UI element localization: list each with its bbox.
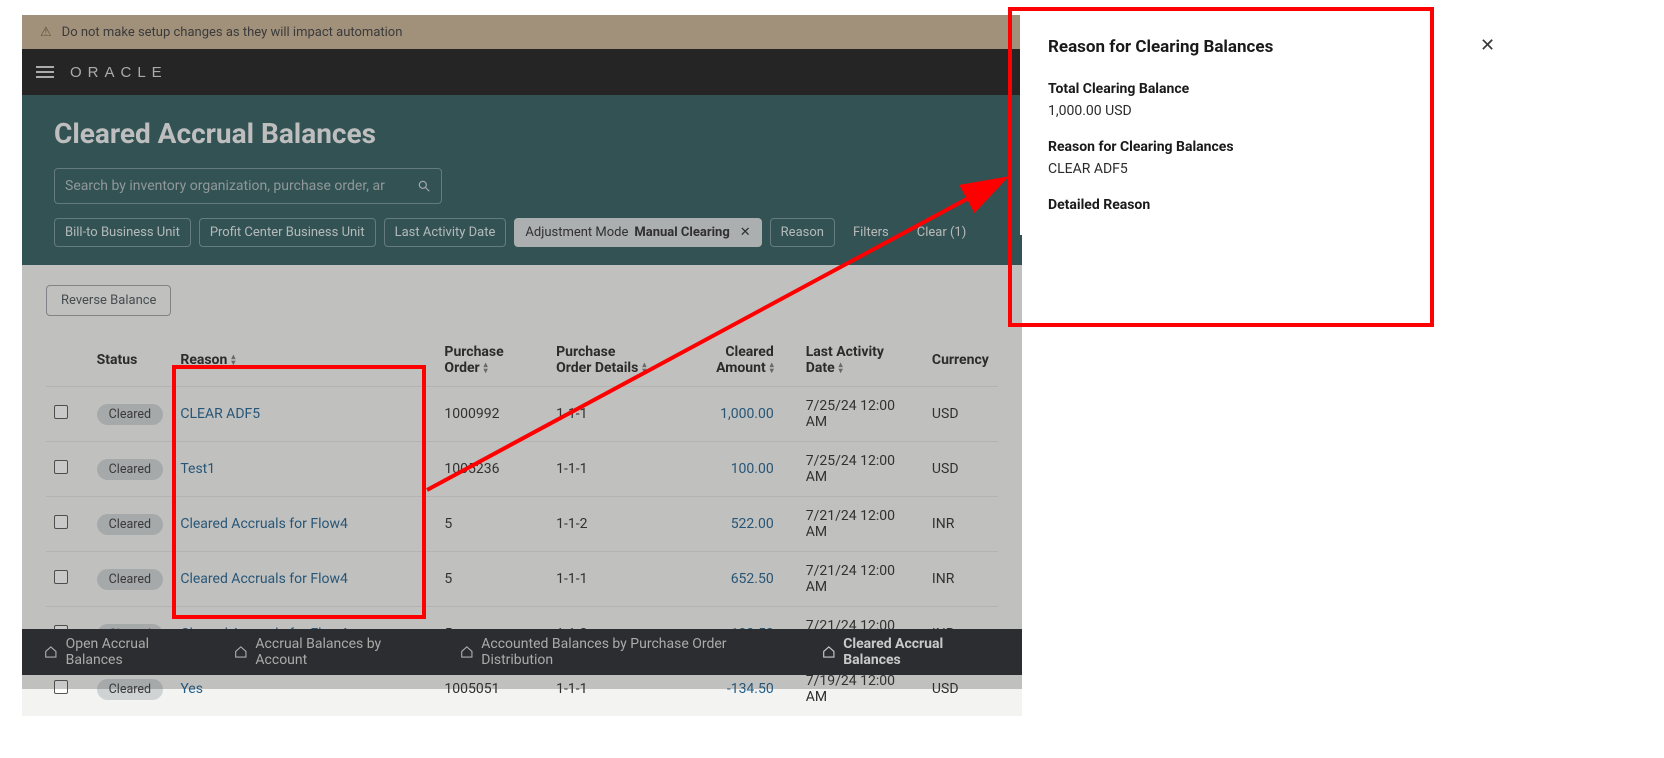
sort-icon[interactable]: ▴▾ — [839, 362, 843, 374]
panel-total-label: Total Clearing Balance — [1048, 81, 1492, 97]
cell-po: 5 — [436, 552, 548, 607]
cell-po: 5 — [436, 497, 548, 552]
sort-icon[interactable]: ▴▾ — [642, 362, 646, 374]
cleared-amount-link[interactable]: 1,000.00 — [720, 406, 774, 422]
table-row: Cleared CLEAR ADF5 10009921-1-1 1,000.00 7/2… — [46, 387, 998, 442]
chip-bill-to[interactable]: Bill-to Business Unit — [54, 218, 191, 247]
cell-date: 7/21/24 12:00 AM — [782, 497, 924, 552]
status-badge: Cleared — [97, 679, 163, 700]
cell-date: 7/25/24 12:00 AM — [782, 442, 924, 497]
filter-chip-row: Bill-to Business Unit Profit Center Busi… — [54, 218, 990, 247]
footer-open-balances[interactable]: Open Accrual Balances — [44, 636, 206, 668]
chip-adj-value: Manual Clearing — [634, 225, 729, 240]
filters-link[interactable]: Filters — [843, 219, 899, 246]
status-badge: Cleared — [97, 569, 163, 590]
chip-profit-center[interactable]: Profit Center Business Unit — [199, 218, 376, 247]
panel-total-value: 1,000.00 USD — [1048, 103, 1492, 119]
brand-logo: ORACLE — [70, 64, 168, 81]
cell-po: 1005236 — [436, 442, 548, 497]
page-hero: Cleared Accrual Balances Bill-to Busines… — [22, 95, 1022, 265]
col-last-activity[interactable]: Last Activity Date▴▾ — [782, 334, 924, 387]
cleared-amount-link[interactable]: 522.00 — [731, 516, 774, 532]
page-title: Cleared Accrual Balances — [54, 117, 990, 150]
status-badge: Cleared — [97, 514, 163, 535]
table-row: Cleared Cleared Accruals for Flow4 51-1-2 5… — [46, 497, 998, 552]
cell-date: 7/21/24 12:00 AM — [782, 552, 924, 607]
panel-close-icon[interactable]: ✕ — [1480, 35, 1495, 56]
reason-link[interactable]: CLEAR ADF5 — [180, 406, 260, 422]
home-icon — [234, 645, 248, 659]
table-row: Cleared Test1 10052361-1-1 100.00 7/25/24 12… — [46, 442, 998, 497]
chip-remove-icon[interactable]: ✕ — [740, 225, 751, 240]
col-reason[interactable]: Reason▴▾ — [172, 334, 436, 387]
home-icon — [44, 645, 58, 659]
panel-reason-label: Reason for Clearing Balances — [1048, 139, 1492, 155]
chip-adjustment-mode[interactable]: Adjustment Mode Manual Clearing ✕ — [514, 218, 761, 247]
sort-icon[interactable]: ▴▾ — [770, 362, 774, 374]
reason-side-panel: Reason for Clearing Balances Total Clear… — [1020, 15, 1520, 235]
main-app-area: ⚠ Do not make setup changes as they will… — [22, 15, 1022, 689]
home-icon — [822, 645, 836, 659]
col-currency[interactable]: Currency — [924, 334, 998, 387]
row-checkbox[interactable] — [54, 680, 68, 694]
cleared-amount-link[interactable]: -134.50 — [727, 681, 774, 697]
table-row: Cleared Cleared Accruals for Flow4 51-1-1 6… — [46, 552, 998, 607]
col-po[interactable]: Purchase Order▴▾ — [436, 334, 548, 387]
cell-po-details: 1-1-2 — [548, 497, 680, 552]
warning-text: Do not make setup changes as they will i… — [62, 25, 403, 40]
col-status[interactable]: Status — [89, 334, 173, 387]
row-checkbox[interactable] — [54, 460, 68, 474]
cleared-amount-link[interactable]: 652.50 — [731, 571, 774, 587]
reason-link[interactable]: Test1 — [180, 461, 215, 477]
chip-reason[interactable]: Reason — [770, 218, 835, 247]
clear-filters-link[interactable]: Clear (1) — [907, 219, 977, 246]
cell-date: 7/25/24 12:00 AM — [782, 387, 924, 442]
reason-link[interactable]: Cleared Accruals for Flow4 — [180, 571, 348, 587]
cell-currency: INR — [924, 552, 998, 607]
panel-title: Reason for Clearing Balances — [1048, 37, 1492, 57]
panel-reason-value: CLEAR ADF5 — [1048, 161, 1492, 177]
brand-bar: ORACLE — [22, 49, 1022, 95]
warning-banner: ⚠ Do not make setup changes as they will… — [22, 15, 1022, 49]
reason-link[interactable]: Yes — [180, 681, 203, 697]
col-cleared-amount[interactable]: Cleared Amount▴▾ — [680, 334, 782, 387]
search-input[interactable] — [65, 178, 407, 194]
row-checkbox[interactable] — [54, 515, 68, 529]
panel-detail-label: Detailed Reason — [1048, 197, 1492, 213]
row-checkbox[interactable] — [54, 570, 68, 584]
warning-icon: ⚠ — [40, 25, 52, 40]
cell-po-details: 1-1-1 — [548, 442, 680, 497]
cell-po-details: 1-1-1 — [548, 552, 680, 607]
cleared-amount-link[interactable]: 100.00 — [731, 461, 774, 477]
search-box[interactable] — [54, 168, 442, 204]
reverse-balance-button[interactable]: Reverse Balance — [46, 285, 171, 316]
hamburger-menu-icon[interactable] — [36, 66, 54, 78]
sort-icon[interactable]: ▴▾ — [231, 354, 235, 366]
row-checkbox[interactable] — [54, 405, 68, 419]
search-icon[interactable] — [417, 179, 431, 193]
footer-by-distribution[interactable]: Accounted Balances by Purchase Order Dis… — [460, 636, 794, 668]
footer-nav: Open Accrual Balances Accrual Balances b… — [22, 629, 1022, 675]
cell-po: 1000992 — [436, 387, 548, 442]
cell-currency: USD — [924, 387, 998, 442]
chip-adj-label: Adjustment Mode — [525, 225, 628, 240]
chip-last-activity[interactable]: Last Activity Date — [384, 218, 507, 247]
footer-by-account[interactable]: Accrual Balances by Account — [234, 636, 432, 668]
col-po-details[interactable]: Purchase Order Details▴▾ — [548, 334, 680, 387]
home-icon — [460, 645, 474, 659]
status-badge: Cleared — [97, 404, 163, 425]
sort-icon[interactable]: ▴▾ — [484, 362, 488, 374]
cell-currency: INR — [924, 497, 998, 552]
cell-currency: USD — [924, 442, 998, 497]
cell-po-details: 1-1-1 — [548, 387, 680, 442]
reason-link[interactable]: Cleared Accruals for Flow4 — [180, 516, 348, 532]
footer-cleared-balances[interactable]: Cleared Accrual Balances — [822, 636, 1000, 668]
status-badge: Cleared — [97, 459, 163, 480]
